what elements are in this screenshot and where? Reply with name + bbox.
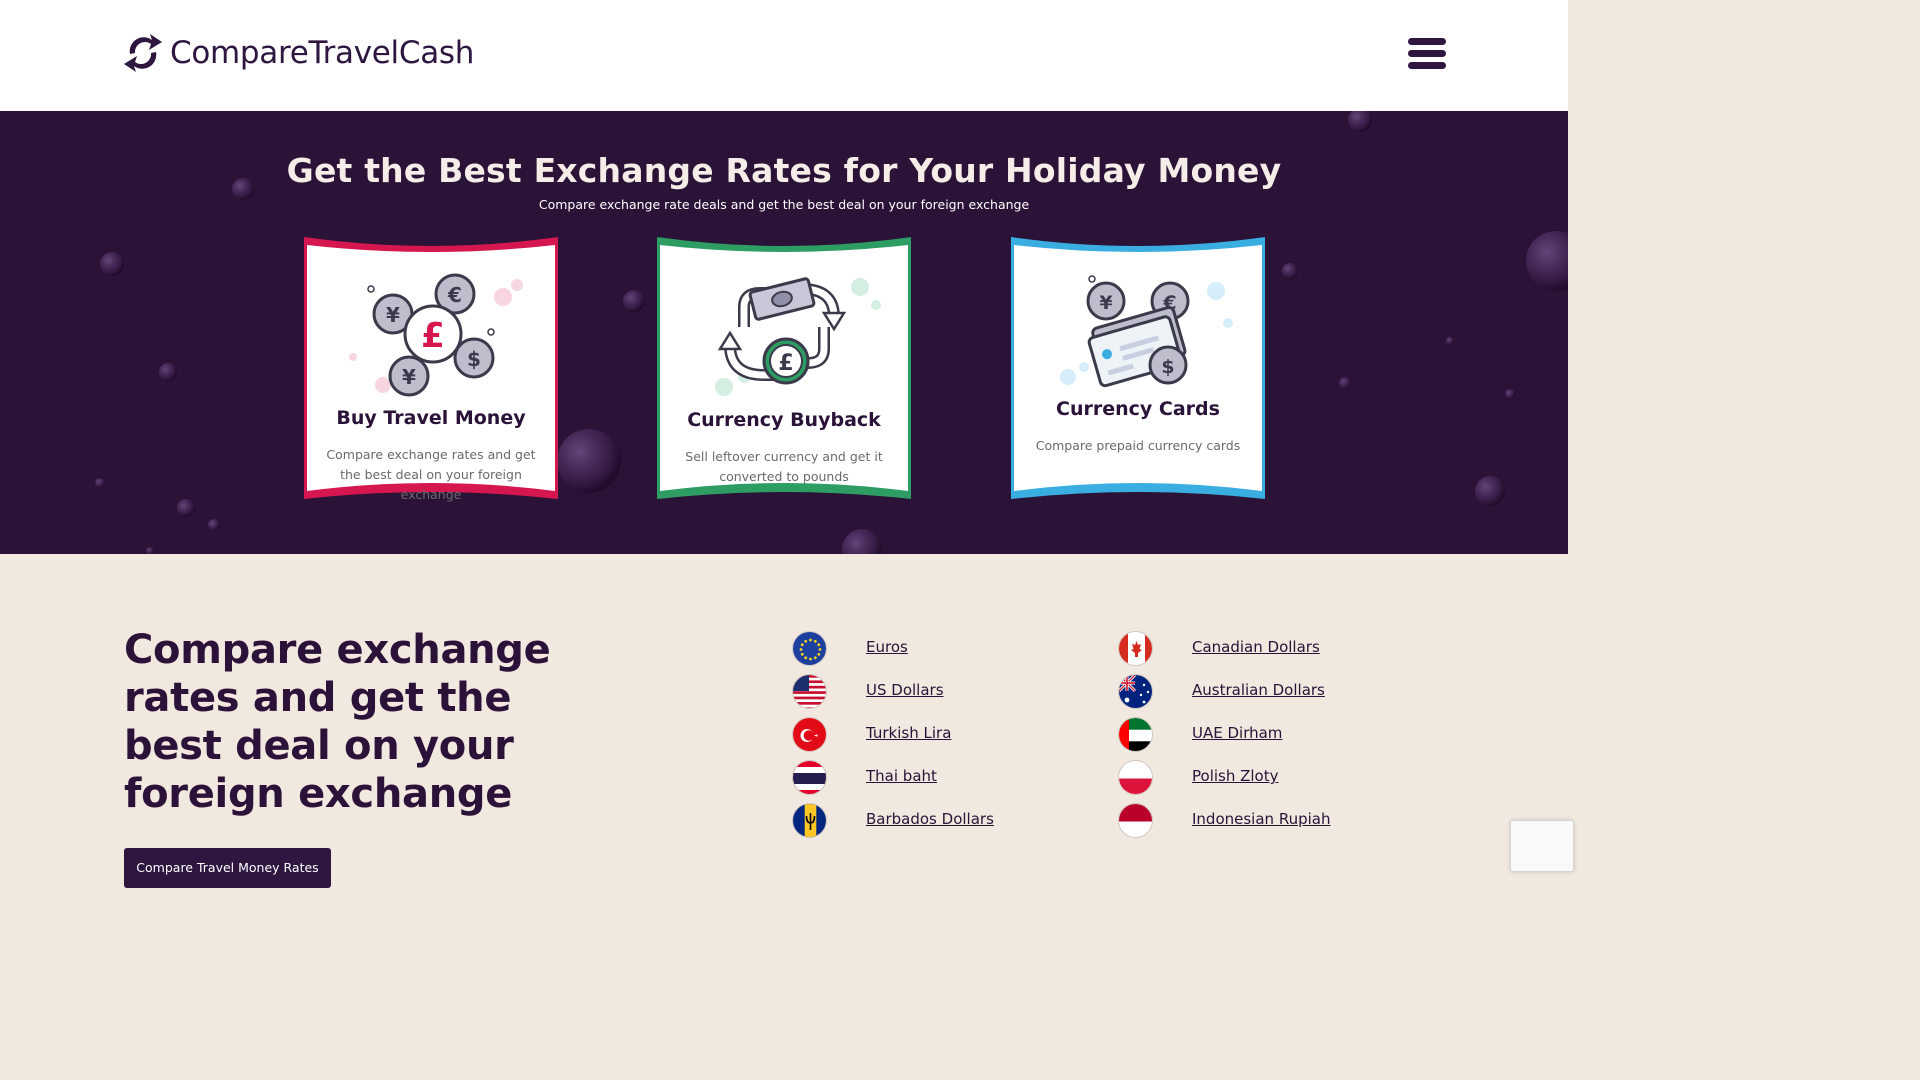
- thailand-flag-icon: [792, 760, 827, 795]
- currency-label[interactable]: Thai baht: [866, 767, 937, 785]
- eu-flag-icon: [792, 631, 827, 666]
- currency-link-turkish-lira[interactable]: Turkish Lira: [792, 717, 951, 752]
- coins-icon: ¥ € $ ¥ £: [349, 273, 523, 397]
- hero-section: Get the Best Exchange Rates for Your Hol…: [0, 111, 1568, 554]
- currency-label[interactable]: Barbados Dollars: [866, 810, 994, 828]
- currency-link-australian-dollars[interactable]: Australian Dollars: [1118, 674, 1325, 709]
- hero-title: Get the Best Exchange Rates for Your Hol…: [286, 151, 1282, 190]
- svg-text:¥: ¥: [402, 365, 416, 389]
- currency-link-canadian-dollars[interactable]: Canadian Dollars: [1118, 631, 1320, 666]
- site-logo[interactable]: CompareTravelCash: [122, 28, 474, 78]
- card-currency-cards[interactable]: ¥ € $ Currency Cards Compare prepaid cur…: [1011, 237, 1265, 512]
- card-currency-buyback[interactable]: £ Currency Buyback Sell leftover currenc…: [657, 237, 911, 512]
- svg-text:¥: ¥: [386, 303, 400, 327]
- svg-text:¥: ¥: [1099, 292, 1112, 314]
- poland-flag-icon: [1118, 760, 1153, 795]
- card-description: Compare prepaid currency cards: [1035, 438, 1241, 453]
- currency-exchange-icon: £: [715, 277, 881, 396]
- currency-label[interactable]: US Dollars: [866, 681, 944, 699]
- svg-text:£: £: [421, 316, 445, 356]
- currency-link-us-dollars[interactable]: US Dollars: [792, 674, 944, 709]
- currency-label[interactable]: Indonesian Rupiah: [1192, 810, 1330, 828]
- currency-label[interactable]: UAE Dirham: [1192, 724, 1282, 742]
- svg-text:£: £: [778, 351, 793, 376]
- canada-flag-icon: [1118, 631, 1153, 666]
- currency-label[interactable]: Polish Zloty: [1192, 767, 1279, 785]
- currency-label[interactable]: Australian Dollars: [1192, 681, 1325, 699]
- svg-text:€: €: [447, 283, 462, 307]
- currency-link-thai-baht[interactable]: Thai baht: [792, 760, 937, 795]
- currency-link-uae-dirham[interactable]: UAE Dirham: [1118, 717, 1282, 752]
- card-title: Buy Travel Money: [336, 407, 526, 429]
- currency-link-euros[interactable]: Euros: [792, 631, 908, 666]
- refresh-arrows-logo-icon: [124, 34, 162, 72]
- card-buy-travel-money[interactable]: ¥ € $ ¥ £ Buy Travel Money Compare excha…: [304, 237, 558, 512]
- currency-link-indonesian-rupiah[interactable]: Indonesian Rupiah: [1118, 803, 1330, 838]
- section-heading: Compare exchange rates and get the best …: [124, 627, 551, 817]
- barbados-flag-icon: [792, 803, 827, 838]
- turkey-flag-icon: [792, 717, 827, 752]
- site-header: CompareTravelCash: [0, 0, 1568, 111]
- card-title: Currency Cards: [1056, 398, 1220, 420]
- compare-travel-money-rates-button[interactable]: Compare Travel Money Rates: [124, 848, 331, 888]
- card-title: Currency Buyback: [687, 409, 881, 431]
- svg-text:$: $: [1161, 356, 1174, 378]
- indonesia-flag-icon: [1118, 803, 1153, 838]
- us-flag-icon: [792, 674, 827, 709]
- prepaid-card-icon: ¥ € $: [1060, 275, 1233, 388]
- card-description: Sell leftover currency and get it conver…: [685, 449, 883, 484]
- currency-label[interactable]: Turkish Lira: [866, 724, 951, 742]
- logo-text: CompareTravelCash: [170, 35, 475, 71]
- recaptcha-badge[interactable]: [1510, 820, 1574, 872]
- card-description: Compare exchange rates and get the best …: [326, 447, 536, 502]
- currency-link-barbados-dollars[interactable]: Barbados Dollars: [792, 803, 994, 838]
- hero-subtitle: Compare exchange rate deals and get the …: [538, 197, 1030, 212]
- currency-label[interactable]: Canadian Dollars: [1192, 638, 1320, 656]
- uae-flag-icon: [1118, 717, 1153, 752]
- currency-label[interactable]: Euros: [866, 638, 908, 656]
- australia-flag-icon: [1118, 674, 1153, 709]
- currency-link-polish-zloty[interactable]: Polish Zloty: [1118, 760, 1279, 795]
- hamburger-menu-icon[interactable]: [1408, 38, 1446, 74]
- svg-text:$: $: [467, 347, 481, 371]
